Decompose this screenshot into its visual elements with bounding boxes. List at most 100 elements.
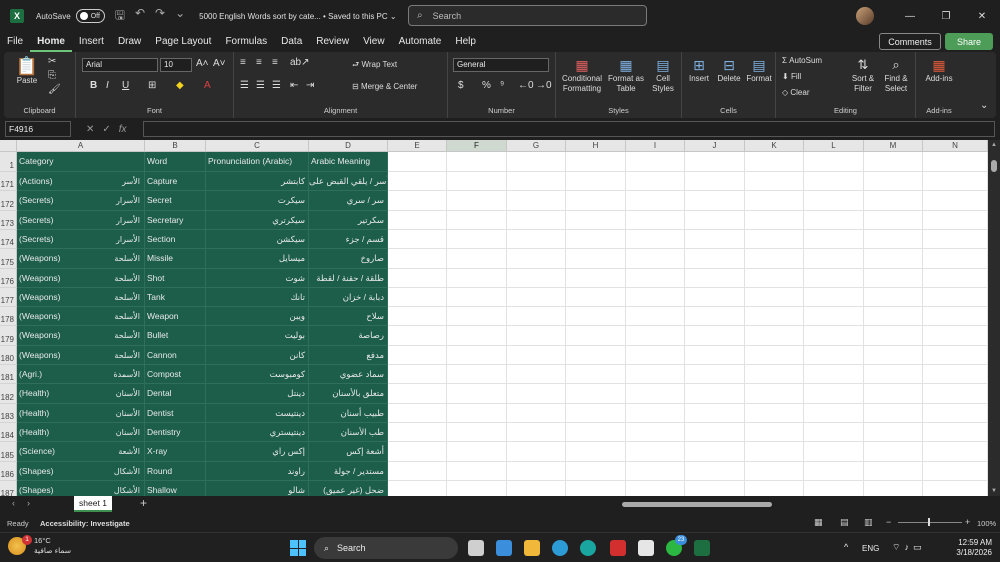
- meaning-cell[interactable]: طلقة / حقنة / لقطة: [309, 269, 388, 288]
- grid-cell[interactable]: [804, 288, 864, 307]
- sort-filter-button[interactable]: ⇅ Sort & Filter: [848, 56, 878, 94]
- edge-icon[interactable]: [552, 540, 568, 556]
- grid-cell[interactable]: [388, 172, 447, 191]
- grid-cell[interactable]: [804, 442, 864, 462]
- grid-cell[interactable]: [864, 326, 923, 346]
- decrease-indent-icon[interactable]: ⇤: [290, 80, 298, 91]
- tab-view[interactable]: View: [356, 32, 392, 52]
- grid-cell[interactable]: [626, 191, 685, 211]
- align-middle-icon[interactable]: ≡: [256, 57, 262, 68]
- align-top-icon[interactable]: ≡: [240, 57, 246, 68]
- grid-cell[interactable]: [804, 211, 864, 230]
- grid-cell[interactable]: [566, 326, 626, 346]
- grid-cell[interactable]: [626, 230, 685, 249]
- grid-cell[interactable]: [685, 269, 745, 288]
- autosum-button[interactable]: Σ AutoSum: [782, 56, 846, 66]
- decrease-decimal-icon[interactable]: →0: [536, 80, 552, 91]
- category-cell[interactable]: الأسرار (Secrets): [17, 211, 145, 230]
- row-header[interactable]: 1: [0, 152, 17, 172]
- grid-cell[interactable]: [745, 191, 804, 211]
- accessibility-status[interactable]: Accessibility: Investigate: [40, 519, 130, 528]
- grid-cell[interactable]: [566, 346, 626, 365]
- grid-cell[interactable]: [923, 269, 988, 288]
- save-icon[interactable]: 🖫: [115, 6, 125, 27]
- meaning-cell[interactable]: مدفع: [309, 346, 388, 365]
- row-header[interactable]: 176: [0, 269, 17, 288]
- orientation-icon[interactable]: ab↗: [290, 57, 310, 68]
- grid-cell[interactable]: [566, 423, 626, 442]
- grid-cell[interactable]: [388, 423, 447, 442]
- app-l-icon[interactable]: [610, 540, 626, 556]
- grid-cell[interactable]: [864, 152, 923, 172]
- grid-cell[interactable]: [447, 152, 507, 172]
- grid-cell[interactable]: [745, 172, 804, 191]
- grid-cell[interactable]: [626, 172, 685, 191]
- grid-cell[interactable]: [685, 384, 745, 404]
- grid-cell[interactable]: [745, 481, 804, 496]
- grid-cell[interactable]: [685, 191, 745, 211]
- increase-font-icon[interactable]: A˄: [196, 58, 209, 69]
- grid-cell[interactable]: [388, 269, 447, 288]
- grid-cell[interactable]: [447, 307, 507, 326]
- align-right-icon[interactable]: ☰: [272, 80, 281, 91]
- grid-cell[interactable]: [804, 346, 864, 365]
- zoom-knob[interactable]: [928, 518, 930, 526]
- tab-file[interactable]: File: [0, 32, 30, 52]
- scroll-up-icon[interactable]: ▲: [991, 142, 997, 148]
- start-icon[interactable]: [290, 540, 306, 556]
- merge-center-button[interactable]: ⊟ Merge & Center: [352, 82, 446, 92]
- grid-cell[interactable]: [685, 365, 745, 384]
- pronunciation-cell[interactable]: دينتل: [206, 384, 309, 404]
- customize-qat-icon[interactable]: ⌄: [175, 6, 185, 27]
- sheet-nav-arrows[interactable]: ‹›: [12, 498, 42, 508]
- category-cell[interactable]: الأسلحة (Weapons): [17, 288, 145, 307]
- pronunciation-cell[interactable]: كانن: [206, 346, 309, 365]
- meaning-cell[interactable]: سكرتير: [309, 211, 388, 230]
- row-header[interactable]: 181: [0, 365, 17, 384]
- insert-function-button[interactable]: fx: [119, 124, 127, 135]
- grid-cell[interactable]: [923, 172, 988, 191]
- store-icon[interactable]: [638, 540, 654, 556]
- clear-button[interactable]: ◇ Clear: [782, 88, 832, 98]
- word-cell[interactable]: Tank: [145, 288, 206, 307]
- tab-page-layout[interactable]: Page Layout: [148, 32, 218, 52]
- category-cell[interactable]: الأشعة (Science): [17, 442, 145, 462]
- header-cell-word[interactable]: Word: [145, 152, 206, 172]
- grid-cell[interactable]: [566, 365, 626, 384]
- delete-cells-button[interactable]: ⊟ Delete: [714, 56, 744, 84]
- grid-cell[interactable]: [745, 211, 804, 230]
- category-cell[interactable]: الأسرار (Secrets): [17, 230, 145, 249]
- todo-icon[interactable]: [496, 540, 512, 556]
- grid-cell[interactable]: [864, 404, 923, 423]
- grid-cell[interactable]: [566, 172, 626, 191]
- enter-icon[interactable]: ✓: [102, 124, 110, 135]
- grid-cell[interactable]: [804, 462, 864, 481]
- row-header[interactable]: 187: [0, 481, 17, 496]
- tray-chevron-icon[interactable]: ^: [844, 542, 848, 552]
- grid-cell[interactable]: [566, 269, 626, 288]
- grid-cell[interactable]: [447, 211, 507, 230]
- category-cell[interactable]: الأسلحة (Weapons): [17, 346, 145, 365]
- grid-cell[interactable]: [566, 249, 626, 269]
- column-header-h[interactable]: H: [566, 140, 626, 152]
- grid-cell[interactable]: [566, 152, 626, 172]
- category-cell[interactable]: الأسمدة (Agri.): [17, 365, 145, 384]
- grid-cell[interactable]: [864, 346, 923, 365]
- grid-cell[interactable]: [923, 288, 988, 307]
- meaning-cell[interactable]: دبابة / خزان: [309, 288, 388, 307]
- grid-cell[interactable]: [388, 442, 447, 462]
- restore-icon[interactable]: ❐: [928, 11, 964, 22]
- grid-cell[interactable]: [388, 152, 447, 172]
- format-painter-icon[interactable]: 🖌: [48, 84, 61, 95]
- tab-home[interactable]: Home: [30, 32, 72, 52]
- grid-cell[interactable]: [923, 230, 988, 249]
- font-name-select[interactable]: Arial: [82, 58, 158, 72]
- grid-cell[interactable]: [507, 442, 566, 462]
- grid-cell[interactable]: [745, 423, 804, 442]
- grid-cell[interactable]: [626, 346, 685, 365]
- column-header-b[interactable]: B: [145, 140, 206, 152]
- column-header-c[interactable]: C: [206, 140, 309, 152]
- normal-view-icon[interactable]: ▦: [814, 517, 823, 528]
- pronunciation-cell[interactable]: كابتشر: [206, 172, 309, 191]
- meaning-cell[interactable]: سر / سري: [309, 191, 388, 211]
